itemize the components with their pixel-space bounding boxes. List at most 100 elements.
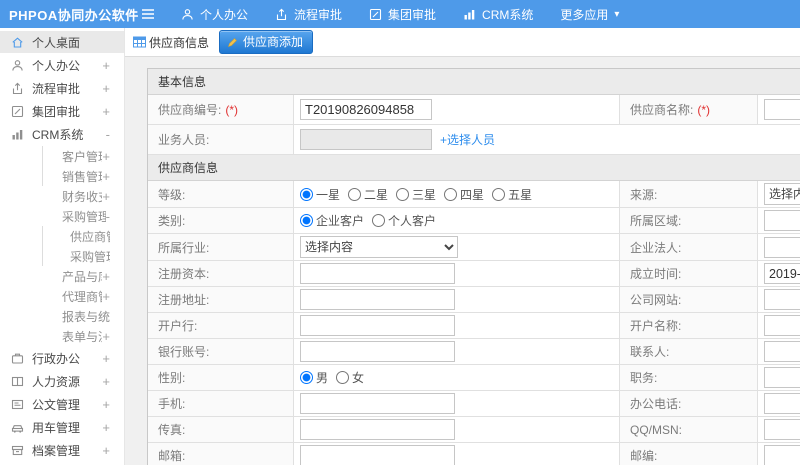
sidebar-item-sales-mgmt[interactable]: 销售管理 + [0,166,124,186]
radio-input[interactable] [348,187,362,201]
contact-input[interactable] [764,341,800,362]
sidebar-item-admin-office[interactable]: 行政办公 + [0,347,124,369]
sidebar-item-form-process-settings[interactable]: 表单与流程设置 + [0,326,124,346]
email-input[interactable] [300,445,455,465]
sidebar-item-agent-mgmt[interactable]: 代理商管理 + [0,286,124,306]
radio-input[interactable] [300,214,313,227]
region-label: 所属区域: [620,208,758,234]
sidebar-item-vehicle-mgmt[interactable]: 用车管理 + [0,416,124,438]
sidebar-item-purchasing[interactable]: 采购管理 [0,246,124,266]
radio-star2[interactable]: 二星 [348,186,388,203]
sidebar-item-crm-system[interactable]: CRM系统 - [0,123,124,145]
industry-select[interactable]: 选择内容 [300,236,458,258]
capital-cell [294,261,620,287]
nav-process-approval[interactable]: 流程审批 [275,6,342,23]
supplier-name-label: 供应商名称: (*) [620,95,758,125]
sidebar-item-human-resources[interactable]: 人力资源 + [0,370,124,392]
topbar: PHPOA协同办公软件 个人办公 流程审批 集团审批 CRM系统 更多应用 ▾ [0,0,800,28]
bankno-input[interactable] [300,341,455,362]
radio-input[interactable] [300,371,313,384]
radio-input[interactable] [300,187,313,201]
nav-group-approval[interactable]: 集团审批 [369,6,436,23]
document-icon [10,398,24,411]
sidebar-item-archive-mgmt[interactable]: 档案管理 + [0,439,124,461]
tab-supplier-add[interactable]: 供应商添加 [219,30,314,54]
radio-star3[interactable]: 三星 [396,186,436,203]
industry-cell: 选择内容 [294,234,620,261]
section-supplier-info: 供应商信息 [148,155,800,181]
region-cell [758,208,800,234]
sidebar-item-product-inventory[interactable]: 产品与库存 + [0,266,124,286]
radio-star1[interactable]: 一星 [300,186,340,203]
select-staff-link[interactable]: +选择人员 [440,131,495,148]
radio-star4[interactable]: 四星 [444,186,484,203]
source-select[interactable]: 选择内容 [764,183,800,205]
fax-label: 传真: [148,417,294,443]
sidebar-item-finance[interactable]: 财务收支 + [0,186,124,206]
website-label: 公司网站: [620,287,758,313]
level-cell: 一星 二星 三星 四星 五星 [294,181,620,208]
radio-female[interactable]: 女 [336,369,364,386]
regaddr-input[interactable] [300,289,455,310]
nav-more-apps[interactable]: 更多应用 ▾ [560,6,619,23]
regaddr-label: 注册地址: [148,287,294,313]
sidebar-item-document-mgmt[interactable]: 公文管理 + [0,393,124,415]
regaddr-cell [294,287,620,313]
supplier-name-input[interactable] [764,99,800,120]
nav-personal-office[interactable]: 个人办公 [181,6,248,23]
user-icon [182,8,193,20]
radio-input[interactable] [372,214,386,227]
table-icon [133,36,146,48]
qq-label: QQ/MSN: [620,417,758,443]
staff-label: 业务人员: [148,125,294,155]
sidebar-item-personal-desktop[interactable]: 个人桌面 [0,31,124,53]
required-marker: (*) [225,102,239,117]
hamburger-menu-icon[interactable] [141,8,155,20]
sidebar-item-reports-stats[interactable]: 报表与统计 [0,306,124,326]
sidebar-item-personal-office[interactable]: 个人办公 + [0,54,124,76]
website-input[interactable] [764,289,800,310]
nav-crm-system[interactable]: CRM系统 [463,6,533,23]
bank-label: 开户行: [148,313,294,339]
qq-input[interactable] [764,419,800,440]
contact-cell [758,339,800,365]
radio-input[interactable] [336,371,350,384]
book-icon [10,375,24,388]
radio-personal[interactable]: 个人客户 [372,212,436,229]
founded-input[interactable] [764,263,800,284]
top-navigation: 个人办公 流程审批 集团审批 CRM系统 更多应用 ▾ [181,6,646,23]
region-input[interactable] [764,210,800,231]
mobile-input[interactable] [300,393,455,414]
legal-input[interactable] [764,236,800,258]
upload-icon [10,82,24,95]
legal-cell [758,234,800,261]
radio-input[interactable] [492,187,506,201]
sidebar-item-process-approval[interactable]: 流程审批 + [0,77,124,99]
sidebar-item-customer-mgmt[interactable]: 客户管理 + [0,146,124,166]
radio-male[interactable]: 男 [300,369,328,386]
radio-enterprise[interactable]: 企业客户 [300,212,364,229]
officephone-input[interactable] [764,393,800,414]
gender-radio-group: 男 女 [300,369,372,386]
supplier-code-input[interactable] [300,99,432,120]
fax-input[interactable] [300,419,455,440]
capital-input[interactable] [300,263,455,284]
email-label: 邮箱: [148,443,294,465]
accountname-input[interactable] [764,315,800,336]
supplier-code-label: 供应商编号: (*) [148,95,294,125]
category-label: 类别: [148,208,294,234]
level-radio-group: 一星 二星 三星 四星 五星 [300,186,540,203]
sidebar-item-purchase-mgmt[interactable]: 采购管理 - [0,206,124,226]
radio-input[interactable] [444,187,458,201]
radio-star5[interactable]: 五星 [492,186,532,203]
bank-input[interactable] [300,315,455,336]
jobtitle-input[interactable] [764,367,800,388]
sidebar-item-group-approval[interactable]: 集团审批 + [0,100,124,122]
sidebar-item-supplier-mgmt[interactable]: 供应商管理 [0,226,124,246]
staff-input[interactable] [300,129,432,150]
briefcase-icon [10,352,24,365]
tab-supplier-info[interactable]: 供应商信息 [133,34,209,51]
bar-chart-icon [464,9,475,19]
zip-input[interactable] [764,445,800,465]
radio-input[interactable] [396,187,410,201]
